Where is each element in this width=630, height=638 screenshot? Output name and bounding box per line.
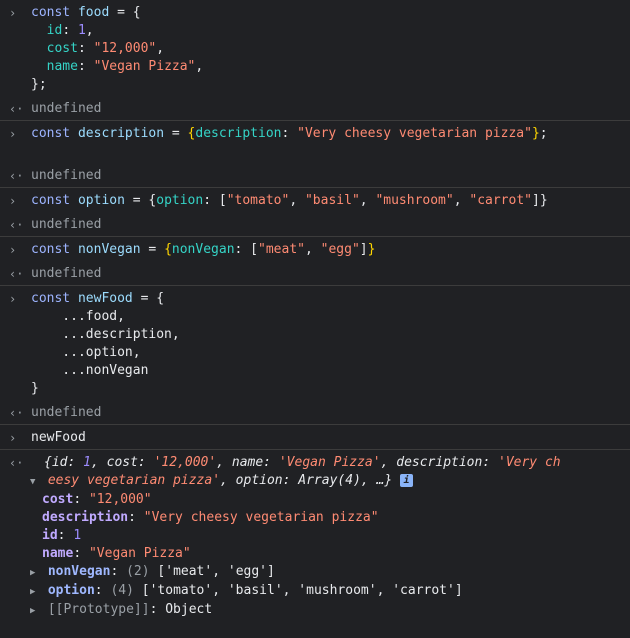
console-input-food[interactable]: › const food = { id: 1, cost: "12,000", …: [0, 0, 630, 96]
console-input-newfood-eval[interactable]: › newFood: [0, 425, 630, 450]
collapsed-triangle-icon[interactable]: ▶: [30, 564, 40, 582]
code-line: ...option,: [31, 345, 141, 360]
collapsed-triangle-icon[interactable]: ▶: [30, 602, 40, 620]
object-prop-name: name: "Vegan Pizza": [42, 546, 191, 561]
code-line: }: [31, 381, 39, 396]
result-value: undefined: [31, 168, 102, 183]
collapsed-triangle-icon[interactable]: ▶: [30, 583, 40, 601]
result-value: undefined: [31, 101, 102, 116]
console-result: ‹· undefined: [0, 163, 630, 188]
prompt-chevron-icon: ›: [9, 243, 17, 257]
console-result: ‹· undefined: [0, 96, 630, 121]
code-line: newFood: [31, 430, 86, 445]
object-prop-nonvegan[interactable]: ▶ nonVegan: (2) ['meat', 'egg']: [14, 563, 622, 582]
prompt-chevron-icon: ›: [9, 292, 17, 306]
console-object-output: ‹· {id: 1, cost: '12,000', name: 'Vegan …: [0, 450, 630, 622]
code-line: ...nonVegan: [31, 363, 149, 378]
code-line: ...food,: [31, 309, 125, 324]
result-arrow-icon: ‹·: [9, 456, 24, 470]
object-prop-option[interactable]: ▶ option: (4) ['tomato', 'basil', 'mushr…: [14, 582, 622, 601]
result-arrow-icon: ‹·: [9, 102, 24, 116]
object-prop-id: id: 1: [42, 528, 82, 543]
prompt-chevron-icon: ›: [9, 194, 17, 208]
object-prop-cost: cost: "12,000": [42, 492, 152, 507]
console-result: ‹· undefined: [0, 400, 630, 425]
object-preview-text: id: 1, cost: '12,000', name: 'Vegan Pizz…: [51, 455, 561, 470]
result-arrow-icon: ‹·: [9, 267, 24, 281]
console-input-description[interactable]: › const description = {description: "Ver…: [0, 121, 630, 163]
code-line: cost: "12,000",: [46, 41, 165, 56]
result-arrow-icon: ‹·: [9, 406, 24, 420]
code-line: const food = {: [31, 5, 141, 20]
result-value: undefined: [31, 266, 102, 281]
code-line: const option = {option: ["tomato", "basi…: [31, 193, 548, 208]
console-input-option[interactable]: › const option = {option: ["tomato", "ba…: [0, 188, 630, 212]
console-result: ‹· undefined: [0, 212, 630, 237]
code-line: const description = {description: "Very …: [31, 126, 548, 141]
expand-triangle-icon[interactable]: ▼: [30, 473, 40, 491]
object-preview-line2[interactable]: ▼ eesy vegetarian pizza', option: Array(…: [14, 472, 622, 491]
console-input-newfood[interactable]: › const newFood = { ...food, ...descript…: [0, 286, 630, 400]
result-value: undefined: [31, 405, 102, 420]
code-line: id: 1,: [46, 23, 94, 38]
result-arrow-icon: ‹·: [9, 218, 24, 232]
prompt-chevron-icon: ›: [9, 431, 17, 445]
code-line: };: [31, 77, 47, 92]
prompt-chevron-icon: ›: [9, 6, 17, 20]
object-prop-description: description: "Very cheesy vegetarian piz…: [42, 510, 379, 525]
prompt-chevron-icon: ›: [9, 127, 17, 141]
code-line: const newFood = {: [31, 291, 165, 306]
info-icon[interactable]: i: [400, 474, 414, 487]
console-result: ‹· undefined: [0, 261, 630, 286]
code-line: name: "Vegan Pizza",: [46, 59, 204, 74]
object-preview[interactable]: {id: 1, cost: '12,000', name: 'Vegan Piz…: [14, 454, 622, 472]
console-input-nonvegan[interactable]: › const nonVegan = {nonVegan: ["meat", "…: [0, 237, 630, 261]
object-prop-prototype[interactable]: ▶ [[Prototype]]: Object: [14, 601, 622, 620]
code-line: const nonVegan = {nonVegan: ["meat", "eg…: [31, 242, 376, 257]
result-value: undefined: [31, 217, 102, 232]
code-line: ...description,: [31, 327, 180, 342]
result-arrow-icon: ‹·: [9, 169, 24, 183]
